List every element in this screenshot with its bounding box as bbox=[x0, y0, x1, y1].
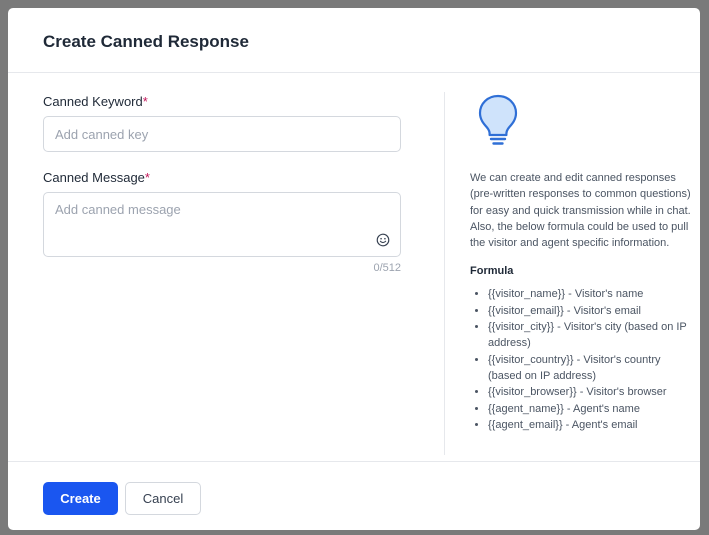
canned-keyword-label: Canned Keyword* bbox=[43, 94, 401, 110]
formula-list: {{visitor_name}} - Visitor's name {{visi… bbox=[470, 286, 692, 433]
create-canned-response-modal: Create Canned Response Canned Keyword* C… bbox=[8, 8, 700, 530]
required-mark: * bbox=[144, 170, 150, 185]
column-divider bbox=[444, 92, 445, 455]
create-button[interactable]: Create bbox=[43, 482, 118, 515]
emoji-icon[interactable] bbox=[376, 233, 390, 247]
canned-message-label: Canned Message* bbox=[43, 170, 401, 186]
modal-title: Create Canned Response bbox=[43, 32, 249, 51]
formula-item: {{agent_email}} - Agent's email bbox=[488, 417, 692, 433]
modal-header: Create Canned Response bbox=[8, 8, 700, 73]
formula-item: {{visitor_email}} - Visitor's email bbox=[488, 303, 692, 319]
canned-message-textarea[interactable] bbox=[44, 193, 400, 256]
formula-item: {{visitor_country}} - Visitor's country … bbox=[488, 352, 692, 385]
canned-response-form: Canned Keyword* Canned Message* 0/512 bbox=[43, 94, 401, 274]
canned-message-label-text: Canned Message bbox=[43, 170, 145, 185]
formula-item: {{visitor_browser}} - Visitor's browser bbox=[488, 384, 692, 400]
required-mark: * bbox=[142, 94, 148, 109]
formula-item: {{agent_name}} - Agent's name bbox=[488, 401, 692, 417]
cancel-button[interactable]: Cancel bbox=[125, 482, 201, 515]
canned-message-wrapper bbox=[43, 192, 401, 257]
lightbulb-icon bbox=[478, 94, 518, 145]
canned-keyword-label-text: Canned Keyword bbox=[43, 94, 143, 109]
info-panel: We can create and edit canned responses … bbox=[470, 94, 692, 433]
formula-item: {{visitor_city}} - Visitor's city (based… bbox=[488, 319, 692, 352]
canned-keyword-input[interactable] bbox=[43, 116, 401, 152]
info-description: We can create and edit canned responses … bbox=[470, 172, 691, 250]
formula-item: {{visitor_name}} - Visitor's name bbox=[488, 286, 692, 302]
modal-footer: Create Cancel bbox=[8, 461, 700, 530]
message-char-count: 0/512 bbox=[373, 262, 401, 274]
formula-title: Formula bbox=[470, 265, 514, 278]
